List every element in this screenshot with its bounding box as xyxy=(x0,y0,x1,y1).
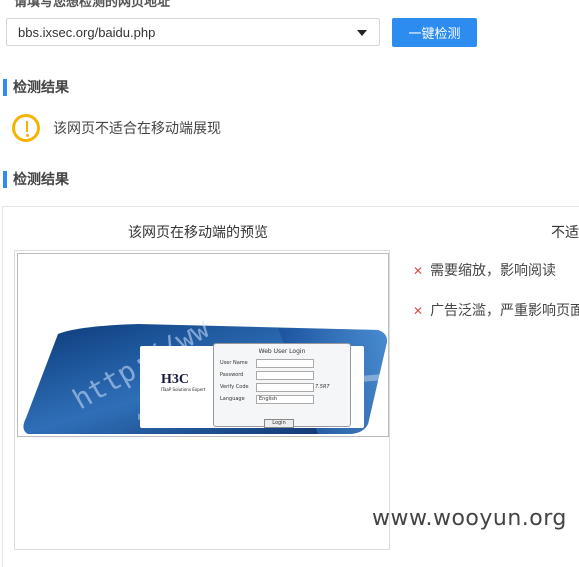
section-title-text: 检测结果 xyxy=(13,80,69,96)
section-title-result-1: 检测结果 xyxy=(0,78,69,96)
url-form-label: 请填写您想检测的网页地址 xyxy=(14,0,171,10)
issue-text: 需要缩放，影响阅读 xyxy=(430,263,557,279)
login-form: Web User Login User Name Password Verify… xyxy=(213,343,351,428)
language-select-value: English xyxy=(259,396,278,402)
issue-item: ✕ 广告泛滥，严重影响页面 xyxy=(413,300,579,320)
preview-title: 该网页在移动端的预览 xyxy=(128,225,268,241)
section-accent-bar xyxy=(3,78,7,96)
section-title-text: 检测结果 xyxy=(13,172,69,188)
x-icon: ✕ xyxy=(413,304,424,318)
issues-title: 不适 xyxy=(551,225,579,241)
password-label: Password xyxy=(220,372,244,378)
verify-code-input[interactable] xyxy=(256,383,314,392)
url-select-value: bbs.ixsec.org/baidu.php xyxy=(18,25,156,40)
mobile-preview-screenshot: http://ww H3C ITaaP Solutions Expert Web… xyxy=(17,253,389,437)
username-label: User Name xyxy=(220,360,248,366)
check-button[interactable]: 一键检测 xyxy=(392,18,477,47)
h3c-logo: H3C xyxy=(161,372,189,387)
login-title: Web User Login xyxy=(258,348,306,355)
url-select[interactable]: bbs.ixsec.org/baidu.php xyxy=(6,18,380,46)
h3c-logo-subtitle: ITaaP Solutions Expert xyxy=(161,387,206,392)
chevron-down-icon[interactable] xyxy=(357,30,367,36)
verify-code-label: Verify Code xyxy=(220,384,249,390)
issue-text: 广告泛滥，严重影响页面 xyxy=(430,303,579,319)
username-input[interactable] xyxy=(256,359,314,368)
password-input[interactable] xyxy=(256,371,314,380)
section-title-result-2: 检测结果 xyxy=(0,170,69,188)
watermark: www.wooyun.org xyxy=(372,506,567,531)
login-button[interactable]: Login xyxy=(264,419,294,428)
language-label: Language xyxy=(220,396,245,402)
warning-circle-icon xyxy=(12,114,40,142)
warning-text: 该网页不适合在移动端展现 xyxy=(53,121,221,137)
section-accent-bar xyxy=(3,170,7,188)
verify-code-value: 7.5R7 xyxy=(315,384,330,390)
warning-message: 该网页不适合在移动端展现 xyxy=(12,114,221,142)
x-icon: ✕ xyxy=(413,264,424,278)
issue-item: ✕ 需要缩放，影响阅读 xyxy=(413,260,556,280)
language-select[interactable]: English xyxy=(256,395,314,404)
